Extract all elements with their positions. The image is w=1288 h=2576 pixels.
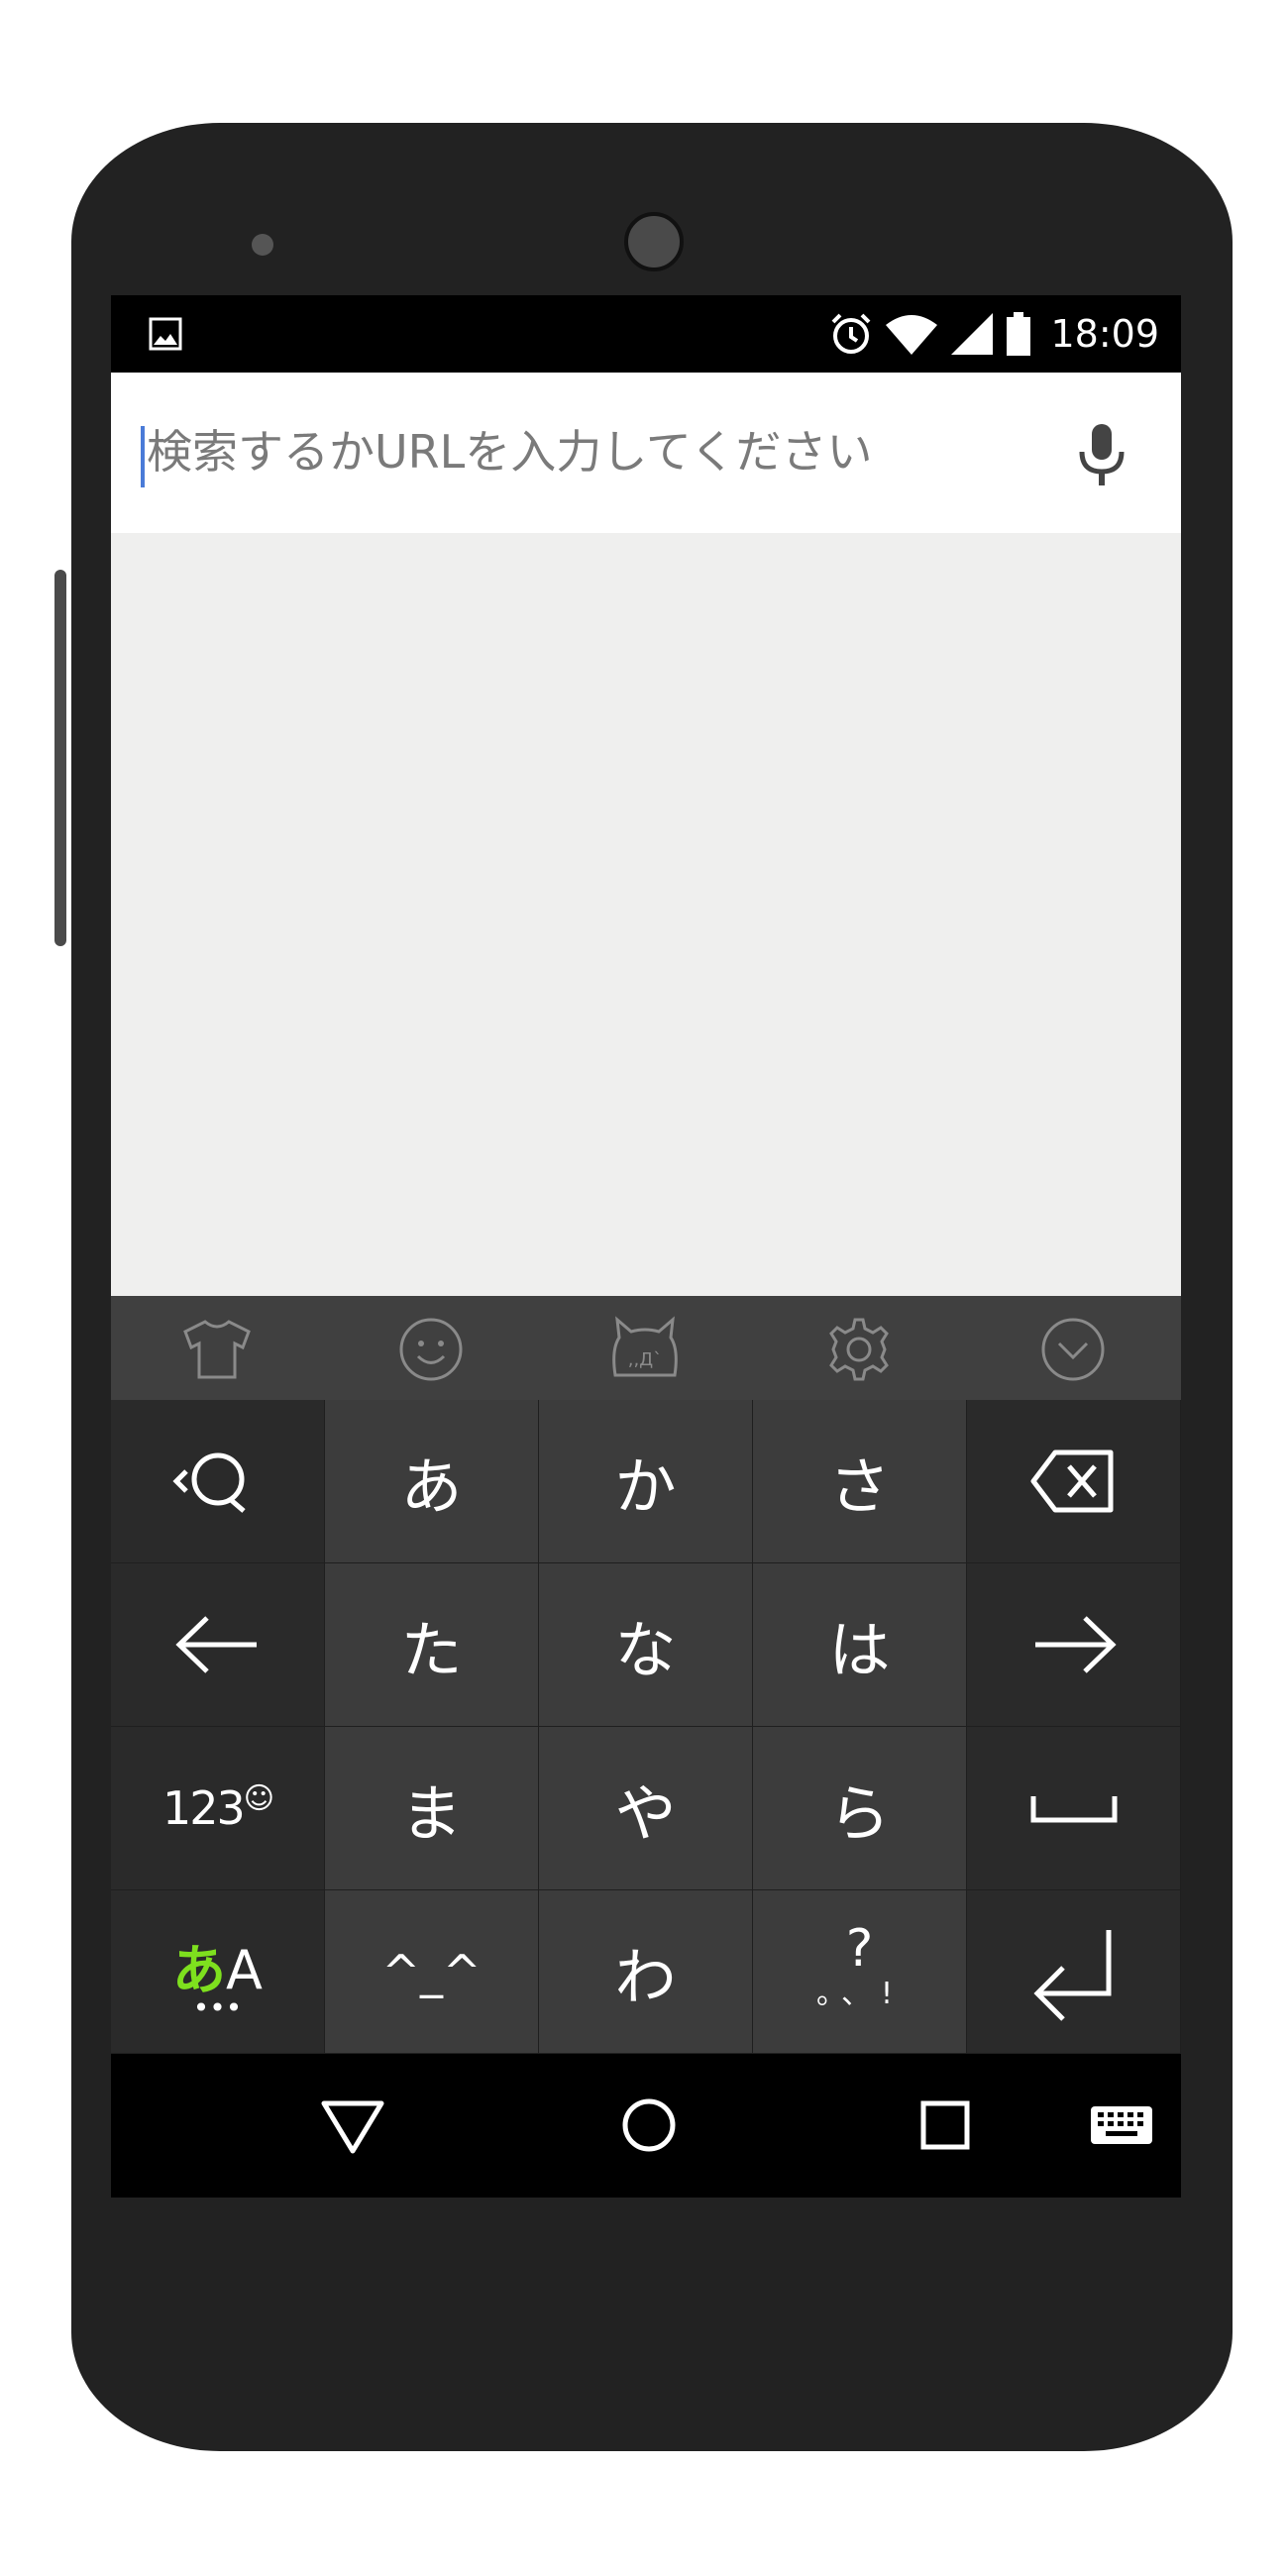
search-bar [111, 373, 1181, 533]
status-icons: 18:09 [828, 295, 1159, 373]
screen: 18:09 ,,Д` [111, 295, 1181, 2198]
collapse-keyboard-icon[interactable] [1033, 1310, 1113, 1389]
key-sa[interactable]: さ [753, 1400, 967, 1563]
keyboard-switch-icon[interactable] [1082, 2086, 1161, 2165]
kaomoji-key[interactable]: ^_^ [325, 1890, 539, 2054]
kaomoji-icon[interactable]: ,,Д` [605, 1310, 685, 1389]
recents-icon[interactable] [906, 2086, 985, 2165]
proximity-sensor [252, 234, 273, 256]
space-icon [1030, 1796, 1117, 1823]
number-symbol-key[interactable]: 123 ☺ [111, 1727, 325, 1890]
key-ka[interactable]: か [539, 1400, 753, 1563]
enter-icon [1032, 1930, 1111, 2021]
mode-more-dots: ••• [192, 1990, 243, 2024]
image-notification-icon [149, 317, 182, 351]
right-arrow-key[interactable] [967, 1563, 1181, 1727]
side-button [54, 570, 66, 946]
left-arrow-icon [174, 1616, 257, 1673]
left-arrow-key[interactable] [111, 1563, 325, 1727]
wifi-icon [886, 315, 938, 355]
punct-top: ? [845, 1919, 874, 1979]
home-icon[interactable] [609, 2086, 689, 2165]
search-input[interactable] [147, 412, 1038, 491]
backspace-key[interactable] [967, 1400, 1181, 1563]
clock-time: 18:09 [1050, 312, 1159, 356]
battery-icon [1007, 312, 1031, 356]
key-ha[interactable]: は [753, 1563, 967, 1727]
theme-shirt-icon[interactable] [177, 1310, 257, 1389]
key-a[interactable]: あ [325, 1400, 539, 1563]
key-wa[interactable]: わ [539, 1890, 753, 2054]
front-camera [624, 212, 684, 271]
punctuation-key[interactable]: ? 。、! [753, 1890, 967, 2054]
japanese-flick-keyboard: あ か さ た な は 123 ☺ ま や ら あA ••• ^_^ わ ? 。… [111, 1400, 1181, 2054]
microphone-icon[interactable] [1062, 414, 1141, 493]
page-content-area [111, 533, 1181, 1296]
emoji-icon[interactable] [391, 1310, 471, 1389]
key-na[interactable]: な [539, 1563, 753, 1727]
key-ta[interactable]: た [325, 1563, 539, 1727]
text-cursor [141, 426, 145, 487]
space-key[interactable] [967, 1727, 1181, 1890]
search-key[interactable] [111, 1400, 325, 1563]
back-icon[interactable] [313, 2086, 392, 2165]
right-arrow-icon [1034, 1616, 1117, 1673]
key-ma[interactable]: ま [325, 1727, 539, 1890]
status-bar: 18:09 [111, 295, 1181, 373]
enter-key[interactable] [967, 1890, 1181, 2054]
key-ra[interactable]: ら [753, 1727, 967, 1890]
input-mode-key[interactable]: あA ••• [111, 1890, 325, 2054]
navigation-bar [111, 2054, 1181, 2198]
settings-gear-icon[interactable] [819, 1310, 899, 1389]
alarm-icon [832, 313, 871, 354]
smile-glyph: ☺ [243, 1780, 274, 1816]
svg-text:,,Д`: ,,Д` [628, 1349, 663, 1370]
keyboard-toolbar: ,,Д` [111, 1296, 1181, 1400]
key-ya[interactable]: や [539, 1727, 753, 1890]
punct-bottom: 。、! [815, 1977, 904, 2011]
backspace-icon [1030, 1449, 1113, 1513]
number-key-label: 123 [161, 1781, 246, 1835]
search-bubble-icon [171, 1452, 246, 1513]
signal-icon [951, 313, 994, 355]
